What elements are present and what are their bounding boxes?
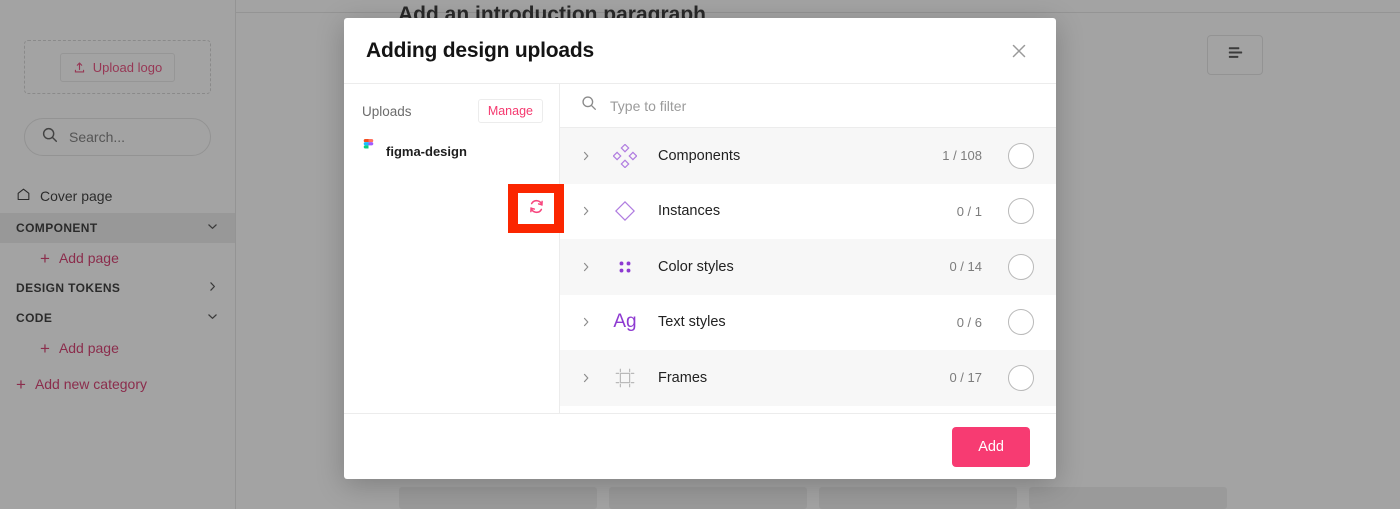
dialog-header: Adding design uploads <box>344 18 1056 84</box>
row-count: 0 / 6 <box>956 314 982 330</box>
row-count: 0 / 14 <box>949 259 982 275</box>
chevron-right-icon[interactable] <box>578 261 594 273</box>
uploads-label: Uploads <box>362 103 412 119</box>
refresh-icon <box>527 197 546 221</box>
uploads-panel: Uploads Manage figma-design <box>344 84 564 413</box>
components-icon <box>608 143 642 168</box>
instances-icon <box>608 199 642 223</box>
row-count: 0 / 1 <box>956 203 982 219</box>
row-select-radio[interactable] <box>1008 253 1034 280</box>
close-icon[interactable] <box>1008 40 1030 62</box>
manage-button[interactable]: Manage <box>477 99 543 123</box>
upload-list-item[interactable]: figma-design <box>344 134 559 168</box>
row-select-radio[interactable] <box>1008 364 1034 391</box>
chevron-right-icon[interactable] <box>578 316 594 328</box>
adding-design-uploads-dialog: Adding design uploads Uploads Manage fig… <box>344 18 1056 479</box>
table-row[interactable]: Instances 0 / 1 <box>560 184 1056 240</box>
table-row[interactable]: Frames 0 / 17 <box>560 350 1056 406</box>
dialog-footer: Add <box>344 413 1056 479</box>
search-icon <box>580 94 598 117</box>
dialog-title: Adding design uploads <box>366 38 594 62</box>
row-select-radio[interactable] <box>1008 198 1034 225</box>
chevron-right-icon[interactable] <box>578 205 594 217</box>
upload-name: figma-design <box>386 143 467 159</box>
items-list: Components 1 / 108 Instances 0 / 1 Color… <box>560 128 1056 413</box>
row-select-radio[interactable] <box>1008 309 1034 336</box>
table-row[interactable]: Color styles 0 / 14 <box>560 239 1056 295</box>
dialog-body: Uploads Manage figma-design Type to filt… <box>344 84 1056 413</box>
row-count: 1 / 108 <box>942 148 982 164</box>
text-styles-icon: Ag <box>613 311 637 333</box>
row-label: Color styles <box>658 258 734 275</box>
refresh-uploads-button[interactable] <box>518 193 554 224</box>
items-panel: Components 1 / 108 Instanc <box>560 84 1056 413</box>
uploads-header: Uploads Manage <box>344 98 559 124</box>
frames-icon <box>608 366 642 390</box>
annotation-highlight-box <box>508 184 564 233</box>
row-label: Instances <box>658 203 721 220</box>
screen: Upload logo Search... Cover page COMPONE… <box>0 0 1400 509</box>
row-count: 0 / 17 <box>949 370 982 386</box>
row-label: Text styles <box>658 314 726 331</box>
filter-input[interactable] <box>610 97 1036 114</box>
row-label: Components <box>658 147 741 164</box>
chevron-right-icon[interactable] <box>578 150 594 162</box>
add-button[interactable]: Add <box>952 426 1030 467</box>
chevron-right-icon[interactable] <box>578 372 594 384</box>
table-row[interactable]: Components 1 / 108 <box>560 128 1056 184</box>
table-row[interactable]: Ag Text styles 0 / 6 <box>560 295 1056 351</box>
filter-bar <box>560 84 1056 128</box>
color-styles-icon <box>608 255 642 279</box>
figma-icon <box>362 139 375 163</box>
row-select-radio[interactable] <box>1008 142 1034 169</box>
row-label: Frames <box>658 369 708 386</box>
